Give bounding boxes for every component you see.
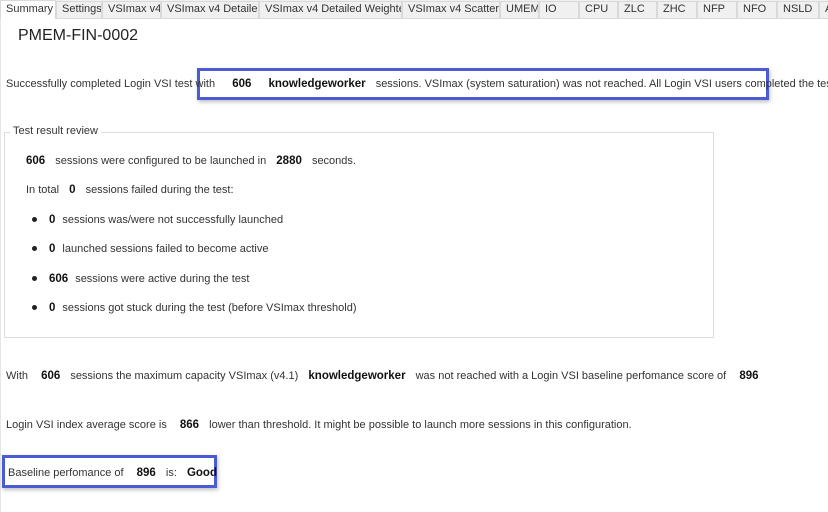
tab-umem[interactable]: UMEM xyxy=(500,1,539,18)
bullet-icon xyxy=(32,304,37,310)
tab-nfp[interactable]: NFP xyxy=(697,1,737,18)
capacity-prefix: With xyxy=(6,370,28,382)
tab-zlc[interactable]: ZLC xyxy=(618,1,657,18)
configured-count: 606 xyxy=(26,155,46,167)
bullet-text: sessions were active during the test xyxy=(75,273,250,285)
list-item: 606 sessions were active during the test xyxy=(26,273,249,285)
capacity-sessions: 606 xyxy=(41,370,61,382)
test-result-review-label: Test result review xyxy=(10,125,101,137)
summary-prefix: Successfully completed Login VSI test wi… xyxy=(6,78,216,90)
tab-cpu[interactable]: CPU xyxy=(579,1,618,18)
failed-count: 0 xyxy=(69,184,76,196)
panel-border xyxy=(0,18,1,512)
bullet-count: 0 xyxy=(49,302,56,314)
tab-vsimax-v4-scatter[interactable]: VSImax v4 Scatter xyxy=(402,1,500,18)
bullet-icon xyxy=(32,245,37,251)
index-prefix: Login VSI index average score is xyxy=(6,419,167,431)
index-line: Login VSI index average score is 866 low… xyxy=(6,419,632,431)
bullet-text: launched sessions failed to become activ… xyxy=(62,243,269,255)
tab-io[interactable]: IO xyxy=(539,1,579,18)
page-title: PMEM-FIN-0002 xyxy=(18,27,139,44)
summary-suffix: sessions. VSImax (system saturation) was… xyxy=(375,78,828,90)
summary-line: Successfully completed Login VSI test wi… xyxy=(6,78,828,90)
tab-zhc[interactable]: ZHC xyxy=(657,1,697,18)
configured-seconds-label: seconds. xyxy=(311,155,356,167)
tab-nsld[interactable]: NSLD xyxy=(777,1,819,18)
bullet-icon xyxy=(32,216,37,222)
tab-summary[interactable]: Summary xyxy=(0,0,56,19)
baseline-score: 896 xyxy=(136,467,156,479)
capacity-text-2: was not reached with a Login VSI baselin… xyxy=(415,370,727,382)
capacity-workload: knowledgeworker xyxy=(308,370,406,382)
tab-vsimax-v4-detailed-weighted[interactable]: VSImax v4 Detailed Weighted xyxy=(259,1,402,18)
configured-seconds: 2880 xyxy=(276,155,302,167)
failed-line: In total 0 sessions failed during the te… xyxy=(26,184,234,196)
capacity-score: 896 xyxy=(739,370,759,382)
list-item: 0 launched sessions failed to become acti… xyxy=(26,243,268,255)
failed-text: sessions failed during the test: xyxy=(85,184,234,196)
list-item: 0 sessions got stuck during the test (bef… xyxy=(26,302,357,314)
bullet-text: sessions was/were not successfully launc… xyxy=(62,214,284,226)
bullet-text: sessions got stuck during the test (befo… xyxy=(62,302,357,314)
tab-nfo[interactable]: NFO xyxy=(737,1,777,18)
bullet-icon xyxy=(32,275,37,281)
index-suffix: lower than threshold. It might be possib… xyxy=(209,419,632,431)
configured-text: sessions were configured to be launched … xyxy=(55,155,267,167)
baseline-rating: Good xyxy=(186,467,217,479)
tab-bar: Summary Settings VSImax v4 VSImax v4 Det… xyxy=(0,0,828,19)
baseline-prefix: Baseline perfomance of xyxy=(8,467,124,479)
tab-vsimax-v4[interactable]: VSImax v4 xyxy=(102,1,161,18)
index-score: 866 xyxy=(179,419,200,431)
tab-a-partial[interactable]: A xyxy=(819,1,828,18)
failed-prefix: In total xyxy=(26,184,60,196)
list-item: 0 sessions was/were not successfully laun… xyxy=(26,214,283,226)
baseline-line: Baseline perfomance of 896 is: Good xyxy=(8,467,217,479)
bullet-count: 0 xyxy=(49,214,56,226)
bullet-count: 0 xyxy=(49,243,56,255)
capacity-line: With 606 sessions the maximum capacity V… xyxy=(6,370,759,382)
summary-sessions-count: 606 xyxy=(232,78,252,90)
bullet-count: 606 xyxy=(49,273,69,285)
baseline-is: is: xyxy=(165,467,177,479)
summary-workload: knowledgeworker xyxy=(268,78,366,90)
tab-settings[interactable]: Settings xyxy=(56,1,102,18)
tab-vsimax-v4-detailed[interactable]: VSImax v4 Detailed xyxy=(161,1,259,18)
capacity-text: sessions the maximum capacity VSImax (v4… xyxy=(70,370,299,382)
configured-line: 606 sessions were configured to be launc… xyxy=(26,155,356,167)
